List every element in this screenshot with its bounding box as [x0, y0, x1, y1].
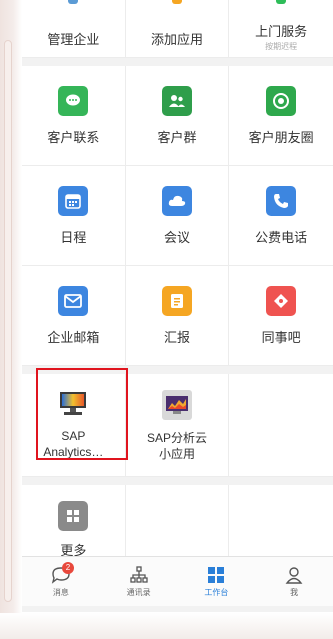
diamond-icon — [266, 286, 297, 316]
person-icon — [285, 566, 303, 584]
group-icon — [161, 86, 192, 116]
manage-company-icon — [68, 0, 79, 4]
mail-icon — [58, 286, 89, 316]
phone-bezel — [0, 0, 22, 639]
cloud-icon — [161, 186, 192, 216]
tab-me[interactable]: 我 — [255, 557, 333, 606]
customer-moments-item[interactable]: 客户朋友圈 — [229, 66, 333, 166]
tab-workbench[interactable]: 工作台 — [178, 557, 256, 606]
sap-cloud-mini-app-label: SAP分析云 小应用 — [146, 431, 207, 461]
report-label: 汇报 — [163, 330, 190, 345]
section-gap — [22, 366, 333, 374]
tab-messages-label: 消息 — [52, 587, 69, 597]
customer-moments-label: 客户朋友圈 — [248, 130, 314, 145]
customer-contact-item[interactable]: 客户联系 — [22, 66, 126, 166]
enterprise-mail-item[interactable]: 企业邮箱 — [22, 266, 126, 366]
tab-contacts[interactable]: 通讯录 — [100, 557, 178, 606]
section-gap — [22, 477, 333, 485]
onsite-service-item[interactable]: 上门服务 按期迟程 — [229, 0, 333, 58]
schedule-label: 日程 — [60, 230, 87, 245]
workbench-screen: 管理企业 添加应用 上门服务 按期迟程 客户联系 客户群 客户朋友圈 日程 会议… — [22, 0, 333, 612]
add-app-item[interactable]: 添加应用 — [126, 0, 230, 58]
customer-group-label: 客户群 — [157, 130, 197, 145]
camera-shutter-icon — [266, 86, 297, 116]
colleague-bar-item[interactable]: 同事吧 — [229, 266, 333, 366]
enterprise-mail-label: 企业邮箱 — [47, 330, 100, 345]
more-grid-icon — [58, 501, 89, 531]
unread-badge: 2 — [62, 562, 74, 574]
sap-app-grid: SAP Analytics… SAP分析云 小应用 — [22, 374, 333, 477]
report-icon — [161, 286, 192, 316]
bottom-tab-bar: 2 消息 通讯录 工作台 我 — [22, 556, 333, 606]
customer-group-item[interactable]: 客户群 — [125, 66, 230, 166]
meeting-item[interactable]: 会议 — [125, 166, 230, 266]
phone-icon — [266, 186, 297, 216]
onsite-service-label: 上门服务 — [255, 24, 308, 39]
manage-company-item[interactable]: 管理企业 — [22, 0, 126, 58]
public-phone-item[interactable]: 公费电话 — [229, 166, 333, 266]
phone-bezel-bottom — [0, 613, 333, 639]
top-app-row: 管理企业 添加应用 上门服务 按期迟程 — [22, 0, 333, 58]
public-phone-label: 公费电话 — [255, 230, 308, 245]
report-item[interactable]: 汇报 — [125, 266, 230, 366]
calendar-icon — [58, 186, 89, 216]
tab-messages[interactable]: 2 消息 — [22, 557, 100, 606]
tab-workbench-label: 工作台 — [204, 587, 229, 597]
section-gap — [22, 58, 333, 66]
add-app-label: 添加应用 — [150, 32, 203, 47]
schedule-item[interactable]: 日程 — [22, 166, 126, 266]
onsite-service-icon — [276, 0, 287, 4]
sap-analytics-cloud-chart-icon — [161, 390, 192, 420]
sap-analytics-item[interactable]: SAP Analytics… — [22, 374, 126, 477]
sap-analytics-label: SAP Analytics… — [43, 429, 104, 459]
colleague-bar-label: 同事吧 — [261, 330, 301, 345]
onsite-service-sub: 按期迟程 — [265, 42, 298, 51]
chat-bubble-icon — [58, 86, 89, 116]
org-chart-icon — [129, 565, 148, 583]
empty-cell — [229, 374, 333, 477]
customer-contact-label: 客户联系 — [47, 130, 100, 145]
workbench-grid-icon — [208, 566, 225, 583]
app-grid: 客户联系 客户群 客户朋友圈 日程 会议 公费电话 企业邮箱 汇报 同事吧 — [22, 66, 333, 366]
sap-analytics-monitor-icon — [57, 390, 89, 418]
manage-company-label: 管理企业 — [47, 32, 100, 47]
tab-me-label: 我 — [290, 587, 299, 597]
tab-contacts-label: 通讯录 — [126, 587, 151, 597]
add-app-icon — [171, 0, 182, 4]
sap-cloud-mini-app-item[interactable]: SAP分析云 小应用 — [125, 374, 230, 477]
meeting-label: 会议 — [163, 230, 190, 245]
